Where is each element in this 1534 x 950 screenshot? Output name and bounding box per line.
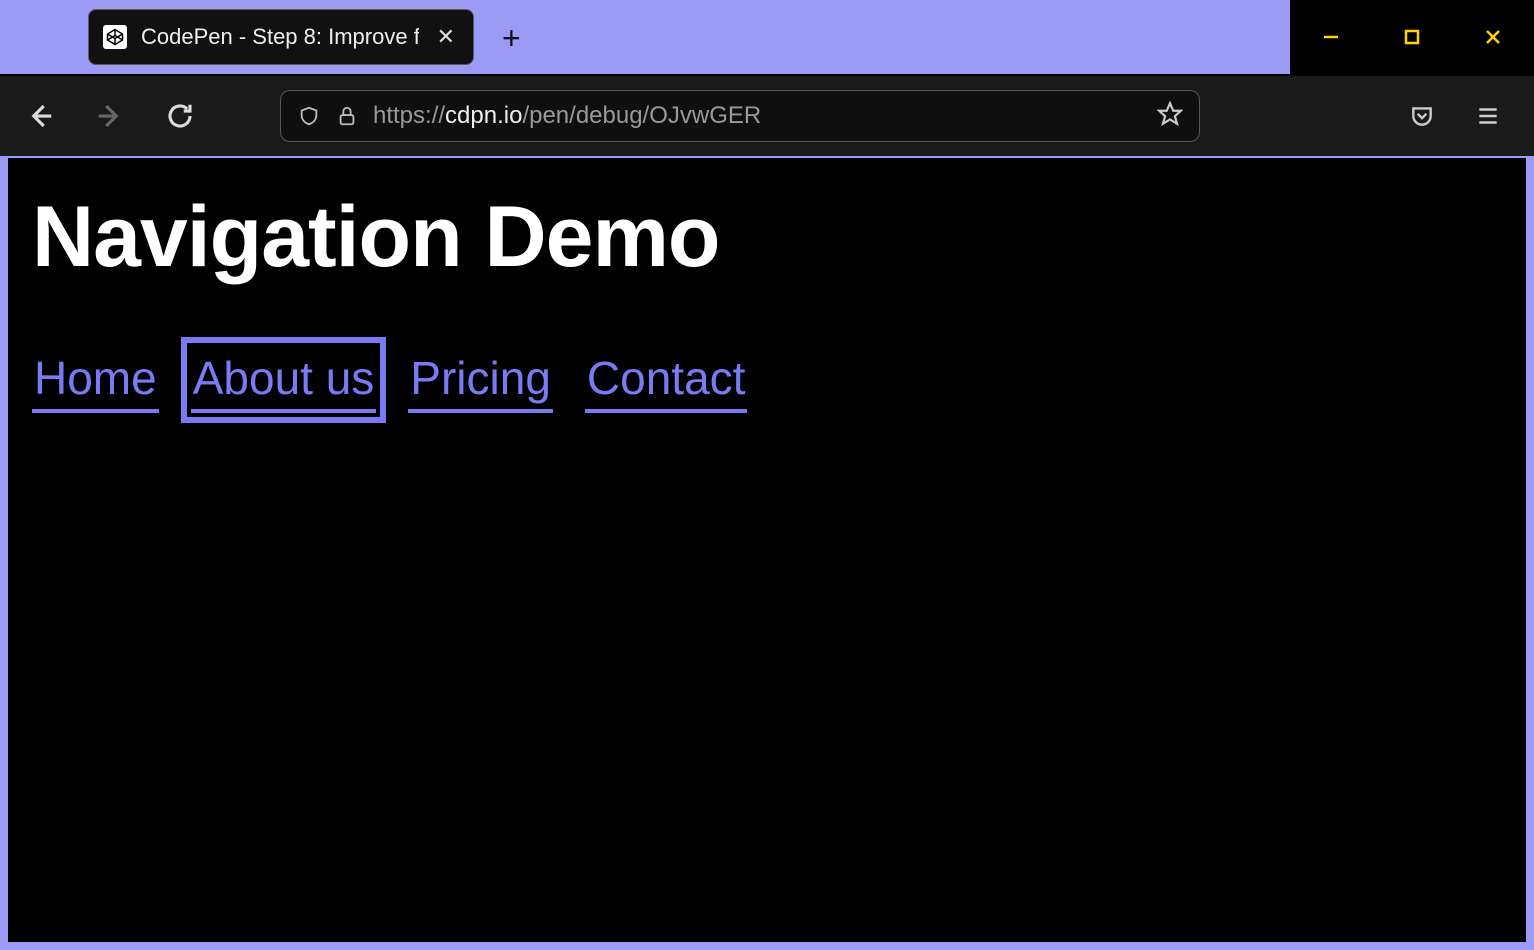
bookmark-star-icon[interactable] (1157, 101, 1183, 132)
window-controls (1290, 0, 1534, 74)
navigation-toolbar: https://cdpn.io/pen/debug/OJvwGER (0, 74, 1534, 156)
url-domain: cdpn.io (445, 102, 522, 129)
tab-title: CodePen - Step 8: Improve focu (141, 24, 419, 50)
maximize-button[interactable] (1384, 9, 1440, 65)
codepen-icon (103, 25, 127, 49)
shield-icon[interactable] (297, 104, 321, 128)
url-path: /pen/debug/OJvwGER (522, 102, 761, 129)
url-display: https://cdpn.io/pen/debug/OJvwGER (373, 102, 1143, 130)
lock-icon[interactable] (335, 104, 359, 128)
tab-strip: CodePen - Step 8: Improve focu ✕ + (0, 0, 531, 65)
nav-link-contact[interactable]: Contact (585, 347, 748, 413)
reload-button[interactable] (160, 96, 200, 136)
new-tab-button[interactable]: + (492, 12, 531, 65)
back-button[interactable] (20, 96, 60, 136)
main-nav: Home About us Pricing Contact (32, 347, 1502, 413)
forward-button[interactable] (90, 96, 130, 136)
nav-link-pricing[interactable]: Pricing (408, 347, 553, 413)
nav-link-about-us[interactable]: About us (191, 347, 377, 413)
nav-button-group (20, 96, 200, 136)
titlebar: CodePen - Step 8: Improve focu ✕ + (0, 0, 1534, 74)
app-menu-icon[interactable] (1472, 100, 1504, 132)
url-scheme: https:// (373, 102, 445, 129)
browser-tab[interactable]: CodePen - Step 8: Improve focu ✕ (88, 9, 474, 65)
pocket-icon[interactable] (1406, 100, 1438, 132)
minimize-button[interactable] (1303, 9, 1359, 65)
page-title: Navigation Demo (32, 188, 1502, 287)
browser-window: CodePen - Step 8: Improve focu ✕ + (0, 0, 1534, 950)
nav-link-home[interactable]: Home (32, 347, 159, 413)
address-bar[interactable]: https://cdpn.io/pen/debug/OJvwGER (280, 90, 1200, 142)
toolbar-right-icons (1406, 100, 1504, 132)
close-window-button[interactable] (1465, 9, 1521, 65)
close-tab-icon[interactable]: ✕ (433, 22, 459, 52)
page-viewport: Navigation Demo Home About us Pricing Co… (8, 158, 1526, 942)
